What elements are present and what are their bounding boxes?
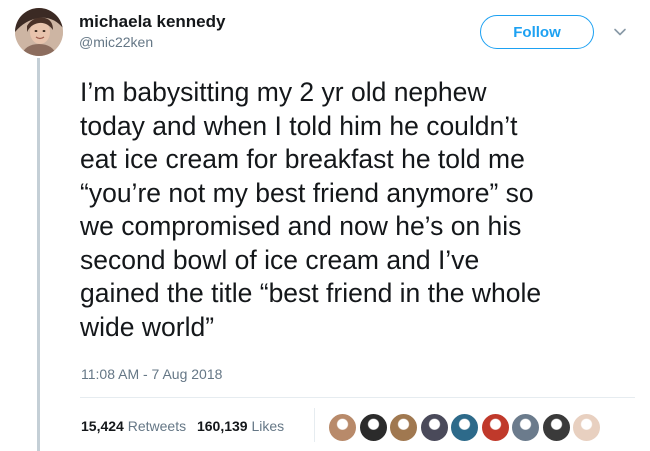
tweet-card: michaela kennedy @mic22ken Follow I’m ba… bbox=[0, 0, 650, 451]
retweets-stat[interactable]: 15,424 Retweets bbox=[81, 418, 190, 434]
liker-avatar[interactable] bbox=[541, 413, 571, 442]
avatar-photo bbox=[15, 8, 63, 56]
liker-avatar[interactable] bbox=[328, 413, 357, 442]
liker-avatar[interactable] bbox=[419, 413, 449, 442]
author-handle[interactable]: @mic22ken bbox=[79, 34, 153, 50]
liker-avatar[interactable] bbox=[511, 413, 540, 442]
avatar[interactable] bbox=[15, 8, 63, 56]
tweet-timestamp[interactable]: 11:08 AM - 7 Aug 2018 bbox=[81, 366, 222, 382]
divider bbox=[80, 397, 635, 398]
chevron-down-icon[interactable] bbox=[612, 24, 628, 40]
tweet-text: I’m babysitting my 2 yr old nephew today… bbox=[80, 77, 542, 342]
liker-avatar[interactable] bbox=[389, 413, 418, 442]
retweets-label: Retweets bbox=[127, 418, 187, 434]
likes-label: Likes bbox=[251, 418, 285, 434]
thread-line bbox=[37, 58, 40, 451]
liker-avatar[interactable] bbox=[572, 413, 601, 442]
likes-stat[interactable]: 160,139 Likes bbox=[197, 418, 284, 434]
author-name[interactable]: michaela kennedy bbox=[79, 12, 225, 32]
likes-count: 160,139 bbox=[196, 418, 248, 434]
tweet-stats: 15,424 Retweets 160,139 Likes bbox=[81, 418, 291, 434]
liker-avatar[interactable] bbox=[480, 413, 510, 442]
liker-avatar[interactable] bbox=[450, 413, 479, 442]
liker-avatar[interactable] bbox=[358, 413, 388, 442]
stats-divider bbox=[314, 408, 315, 442]
retweets-count: 15,424 bbox=[81, 418, 124, 434]
follow-button[interactable]: Follow bbox=[480, 15, 594, 49]
